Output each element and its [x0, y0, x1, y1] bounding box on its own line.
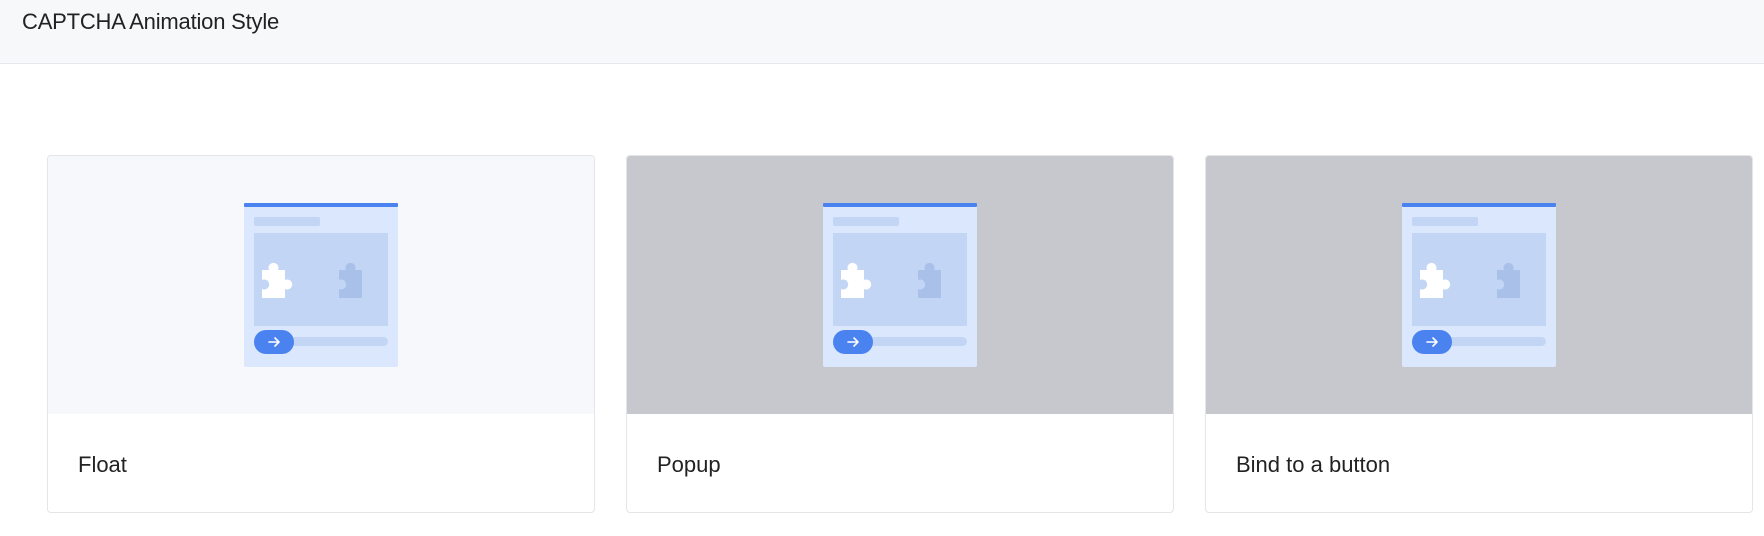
style-option-float[interactable]: Float: [47, 155, 595, 513]
captcha-illustration: [1402, 203, 1556, 367]
style-option-bind-to-button[interactable]: Bind to a button: [1205, 155, 1753, 513]
style-preview: [627, 156, 1173, 414]
page-header: CAPTCHA Animation Style: [0, 0, 1764, 64]
page-title: CAPTCHA Animation Style: [22, 9, 280, 34]
style-option-label: Float: [78, 452, 127, 477]
style-preview: [48, 156, 594, 414]
style-option-label: Bind to a button: [1236, 452, 1391, 477]
captcha-illustration: [244, 203, 398, 367]
style-option-label: Popup: [657, 452, 721, 477]
style-option-popup[interactable]: Popup: [626, 155, 1174, 513]
captcha-illustration: [823, 203, 977, 367]
animation-style-options: Float Popup Bind to a button: [47, 155, 1755, 514]
style-preview: [1206, 156, 1752, 414]
